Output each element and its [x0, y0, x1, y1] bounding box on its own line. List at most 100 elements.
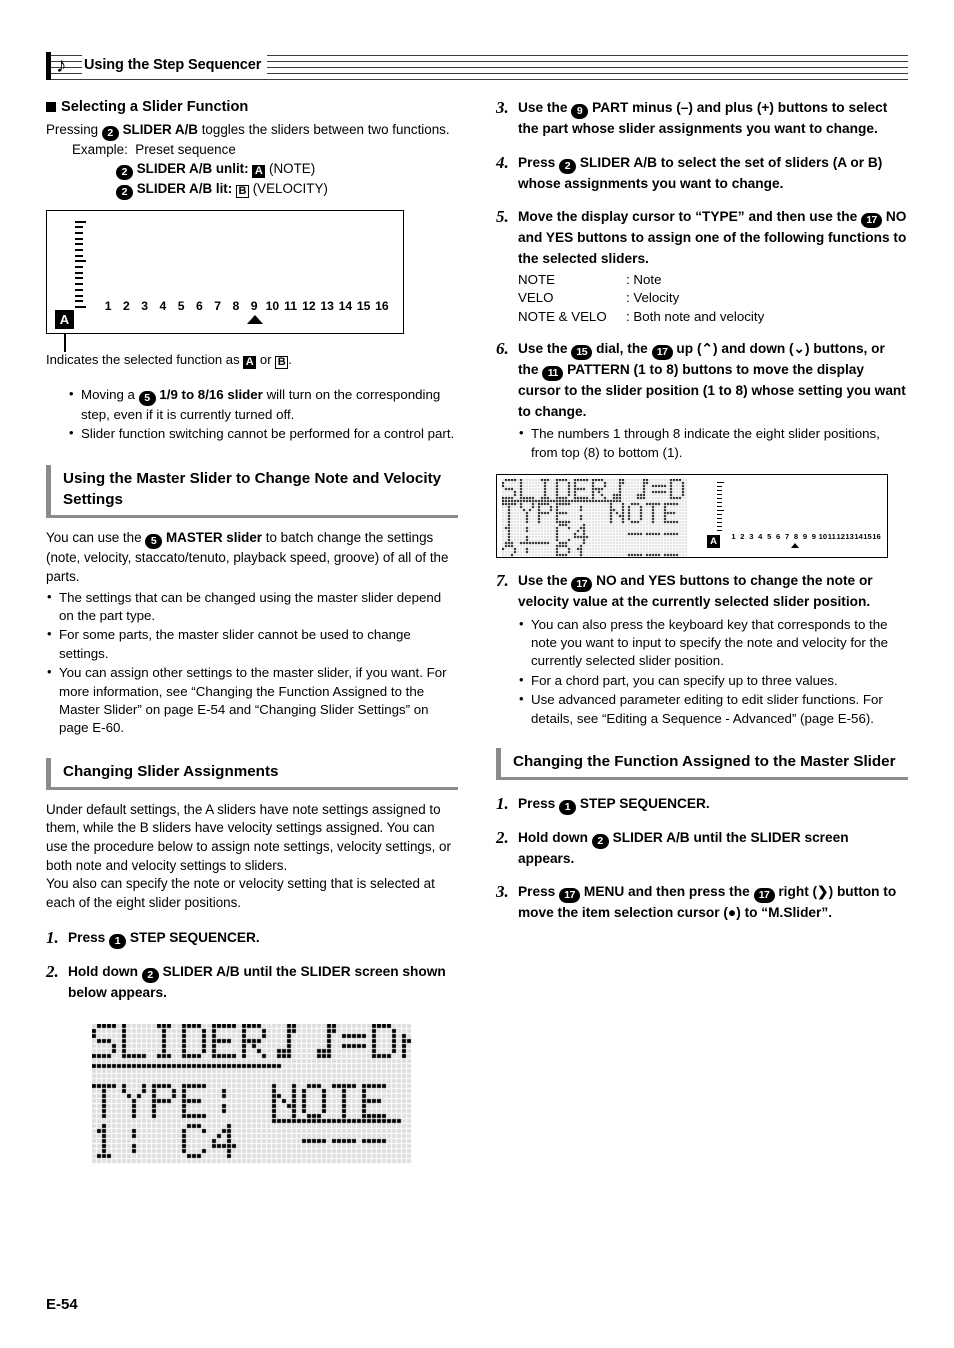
- step-text: Use the 15 dial, the 17 up (⌃) and down …: [518, 341, 906, 419]
- meter-step-number: 15: [356, 298, 371, 313]
- definition-term: NOTE & VELO: [518, 308, 607, 324]
- meter-step-number: 1: [104, 298, 112, 313]
- lcd-slider-meter-illustration: A 1 2 3 4 5 6 7 8 9 10 11 12 13 14 15 16: [46, 209, 404, 334]
- meter-step-number: 14: [338, 298, 353, 313]
- button-badge-9: 9: [571, 104, 589, 119]
- step-number: 1.: [46, 928, 59, 948]
- button-badge-2: 2: [101, 126, 119, 141]
- step-number: 4.: [496, 152, 509, 172]
- button-badge-2: 2: [591, 833, 609, 849]
- meter-step-number: 8: [793, 532, 799, 542]
- meter-function-badge-a: A: [707, 535, 720, 549]
- section-heading-changing-slider-assignments: Changing Slider Assignments: [46, 757, 458, 790]
- meter-step-number: 11: [284, 298, 298, 313]
- meter-step-number: 7: [784, 532, 790, 542]
- step-5: 5. Move the display cursor to “TYPE” and…: [496, 207, 908, 269]
- changing-assignments-para2: You also can specify the note or velocit…: [46, 876, 435, 910]
- meter-tick-scale: [717, 482, 730, 534]
- meter-step-numbers: 1 2 3 4 5 6 7 8 9 9 10 11 12 13 14 15 16: [729, 532, 881, 541]
- button-badge-17: 17: [753, 888, 775, 904]
- meter-function-badge-a: A: [55, 309, 74, 329]
- meter-cursor-arrow-icon: [247, 314, 263, 324]
- step-text: Move the display cursor to “TYPE” and th…: [518, 209, 907, 266]
- meter-step-number: 4: [758, 532, 763, 542]
- list-item: Moving a 5 1/9 to 8/16 slider will turn …: [68, 385, 458, 424]
- example-line: Example: Preset sequence: [46, 141, 458, 160]
- function-velocity: (VELOCITY): [252, 180, 328, 196]
- list-item: For some parts, the master slider cannot…: [46, 625, 458, 663]
- step-3: 3. Press 17 MENU and then press the 17 r…: [496, 882, 908, 924]
- step-text: Use the 17 NO and YES buttons to change …: [518, 573, 873, 610]
- button-badge-17: 17: [861, 213, 883, 228]
- step-text: Hold down 2 SLIDER A/B until the SLIDER …: [518, 829, 849, 866]
- definition-term: VELO: [518, 290, 554, 306]
- unlit-state: unlit:: [215, 160, 249, 176]
- slider-ab-button-label: SLIDER A/B: [136, 160, 213, 176]
- callout-text: Indicates the selected function as A or …: [46, 351, 292, 369]
- slider-range-label: 1/9 to 8/16 slider: [159, 386, 263, 402]
- example-unlit-line: 2 SLIDER A/B unlit: A (NOTE): [46, 160, 458, 180]
- example-lit-line: 2 SLIDER A/B lit: B (VELOCITY): [46, 180, 458, 200]
- marker-b-icon: B: [235, 184, 249, 198]
- step-number: 3.: [496, 882, 509, 902]
- intro-post: toggles the sliders between two function…: [201, 122, 450, 137]
- lit-state: lit:: [215, 180, 233, 196]
- step-1: 1. Press 1 STEP SEQUENCER.: [46, 928, 458, 950]
- meter-step-number: 3: [141, 298, 149, 313]
- meter-step-number: 13: [845, 532, 854, 542]
- meter-step-number: 2: [740, 532, 745, 542]
- section-heading-master-slider: Using the Master Slider to Change Note a…: [46, 465, 458, 519]
- step-6-bullets: The numbers 1 through 8 indicate the eig…: [518, 424, 908, 462]
- marker-a-icon: A: [252, 164, 266, 178]
- meter-step-number: 10: [265, 298, 280, 313]
- list-item: The numbers 1 through 8 indicate the eig…: [518, 424, 908, 462]
- meter-step-number: 9: [250, 298, 258, 313]
- list-item: You can also press the keyboard key that…: [518, 615, 908, 671]
- meter-callout: Indicates the selected function as A or …: [46, 333, 458, 369]
- square-bullet-icon: [46, 102, 56, 112]
- example-value: Preset sequence: [135, 142, 236, 157]
- step-1: 1. Press 1 STEP SEQUENCER.: [496, 794, 908, 815]
- meter-step-number: 1: [731, 532, 736, 542]
- button-badge-2: 2: [116, 184, 133, 200]
- step-text: Press 2 SLIDER A/B to select the set of …: [518, 154, 883, 191]
- step-number: 7.: [496, 571, 509, 591]
- list-item: The settings that can be changed using t…: [46, 588, 458, 626]
- selecting-slider-intro: Pressing 2 SLIDER A/B toggles the slider…: [46, 121, 458, 141]
- meter-step-number: 3: [749, 532, 754, 542]
- section-heading-master-slider-function: Changing the Function Assigned to the Ma…: [496, 747, 908, 780]
- page-title: Using the Step Sequencer: [82, 55, 268, 75]
- button-badge-5: 5: [145, 534, 163, 550]
- list-item: For a chord part, you can specify up to …: [518, 671, 908, 690]
- meter-step-number: 12: [302, 298, 316, 313]
- slider-ab-button-label: SLIDER A/B: [136, 180, 213, 196]
- step-3: 3. Use the 9 PART minus (–) and plus (+)…: [496, 98, 908, 140]
- meter-step-numbers: 1 2 3 4 5 6 7 8 9 10 11 12 13 14 15 16: [99, 299, 391, 313]
- callout-leader-line: [64, 333, 66, 352]
- slider-ab-button-label: SLIDER A/B: [122, 122, 198, 137]
- step-7-bullets: You can also press the keyboard key that…: [518, 615, 908, 728]
- step-number: 5.: [496, 207, 509, 226]
- button-badge-2: 2: [116, 164, 133, 180]
- meter-step-number: 16: [872, 532, 881, 542]
- page-header: ♪ Using the Step Sequencer: [46, 52, 908, 80]
- definition-desc: : Velocity: [626, 290, 680, 306]
- staff-bar: [46, 52, 51, 80]
- button-badge-1: 1: [559, 799, 577, 815]
- step-number: 2.: [46, 962, 59, 982]
- meter-step-number: 14: [854, 532, 863, 542]
- meter-step-number: 16: [375, 298, 389, 313]
- step-text: Hold down 2 SLIDER A/B until the SLIDER …: [68, 964, 446, 1001]
- definition-desc: : Note: [626, 272, 662, 287]
- meter-step-number: 5: [767, 532, 772, 542]
- page-number: E-54: [46, 1296, 78, 1313]
- lcd-slider-screen-large: [86, 1017, 416, 1173]
- meter-step-number: 6: [776, 532, 781, 542]
- list-item: You can assign other settings to the mas…: [46, 663, 458, 738]
- button-badge-15: 15: [571, 345, 593, 361]
- definition-term: NOTE: [518, 272, 555, 287]
- left-column: Selecting a Slider Function Pressing 2 S…: [46, 98, 458, 1173]
- function-note: (NOTE): [269, 160, 316, 176]
- step-2: 2. Hold down 2 SLIDER A/B until the SLID…: [46, 962, 458, 1004]
- button-badge-5: 5: [138, 390, 156, 406]
